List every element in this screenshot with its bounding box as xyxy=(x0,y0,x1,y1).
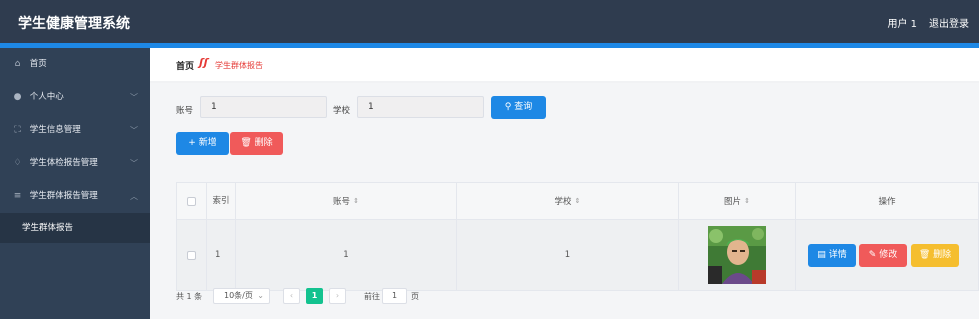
cell-image xyxy=(679,220,796,290)
sidebar-item-label: 首页 xyxy=(29,59,47,69)
header-image[interactable]: 图片 ⇕ xyxy=(679,183,796,219)
cell-account: 1 xyxy=(236,220,457,290)
chevron-up-icon: ︿ xyxy=(130,192,138,201)
home-icon: ⌂ xyxy=(14,59,21,69)
breadcrumb: 首页 ʃʃ 学生群体报告 xyxy=(150,48,979,81)
photo-illustration xyxy=(708,226,766,284)
current-user[interactable]: 用户 1 xyxy=(887,15,917,30)
add-label: 新增 xyxy=(198,138,217,148)
next-page-button[interactable]: › xyxy=(329,288,346,304)
school-input[interactable]: 1 xyxy=(357,96,484,118)
cell-ops: ▤ 详情 ✎ 修改 🗑 删除 xyxy=(796,220,979,290)
pencil-icon: ✎ xyxy=(868,250,877,260)
detail-label: 详情 xyxy=(828,250,847,260)
header-account-label: 账号 xyxy=(333,197,351,207)
sort-icon: ⇕ xyxy=(353,197,359,205)
header-ops: 操作 xyxy=(796,183,979,219)
detail-button[interactable]: ▤ 详情 xyxy=(808,244,856,267)
query-label: 查询 xyxy=(514,102,533,112)
breadcrumb-home[interactable]: 首页 xyxy=(176,59,194,72)
edit-label: 修改 xyxy=(879,250,898,260)
query-button[interactable]: ⚲ 查询 xyxy=(491,96,546,119)
school-label: 学校 xyxy=(333,106,351,116)
row-delete-button[interactable]: 🗑 删除 xyxy=(911,244,959,267)
frame-icon: ⛶ xyxy=(14,125,21,135)
trash-icon: 🗑 xyxy=(918,250,931,260)
batch-delete-button[interactable]: 🗑 删除 xyxy=(230,132,283,155)
chevron-down-icon: ﹀ xyxy=(130,159,138,168)
total-count: 共 1 条 xyxy=(176,292,203,301)
delete-label: 删除 xyxy=(254,138,273,148)
select-all-checkbox[interactable] xyxy=(187,196,196,206)
goto-page-input[interactable]: 1 xyxy=(382,288,407,304)
row-checkbox[interactable] xyxy=(187,250,196,260)
page-size-value: 10条/页 xyxy=(224,291,253,300)
header-school-label: 学校 xyxy=(554,197,572,207)
header-account[interactable]: 账号 ⇕ xyxy=(236,183,457,219)
page-1-button[interactable]: 1 xyxy=(306,288,323,304)
goto-suffix: 页 xyxy=(411,292,419,301)
sort-icon: ⇕ xyxy=(744,197,750,205)
chevron-down-icon: ⌄ xyxy=(257,291,264,300)
account-input[interactable]: 1 xyxy=(200,96,327,118)
header-image-label: 图片 xyxy=(724,197,742,207)
sidebar-item-label: 学生群体报告管理 xyxy=(29,191,98,201)
logout-link[interactable]: 退出登录 xyxy=(929,15,969,30)
row-delete-label: 删除 xyxy=(933,250,952,260)
page-size-select[interactable]: 10条/页 ⌄ xyxy=(213,288,270,304)
bell-icon: ♢ xyxy=(13,158,22,168)
sidebar-item-label: 个人中心 xyxy=(29,92,64,102)
document-icon: ▤ xyxy=(817,250,826,260)
main-area: 首页 ʃʃ 学生群体报告 账号 1 学校 1 ⚲ 查询 + 新增 🗑 删除 索引 xyxy=(150,48,979,319)
table-row: 1 1 1 ▤ 详情 ✎ 修改 🗑 删除 xyxy=(176,220,979,291)
table-header: 索引 账号 ⇕ 学校 ⇕ 图片 ⇕ 操作 xyxy=(176,182,979,220)
search-icon: ⚲ xyxy=(504,102,512,112)
person-icon: ● xyxy=(13,92,22,102)
pagination: 共 1 条 10条/页 ⌄ ‹ 1 › 前往 1 页 xyxy=(176,288,776,308)
trash-icon: 🗑 xyxy=(240,138,252,148)
sidebar-item-label: 学生体检报告管理 xyxy=(29,158,98,168)
plus-icon: + xyxy=(188,138,196,148)
chevron-down-icon: ﹀ xyxy=(130,93,138,102)
row-select-cell xyxy=(177,220,207,290)
breadcrumb-current: 学生群体报告 xyxy=(215,61,263,70)
cell-school: 1 xyxy=(457,220,679,290)
header-school[interactable]: 学校 ⇕ xyxy=(457,183,679,219)
sidebar-item-group-report[interactable]: ≡ 学生群体报告管理 ︿ xyxy=(0,180,150,213)
sidebar-item-student-info[interactable]: ⛶ 学生信息管理 ﹀ xyxy=(0,114,150,147)
sidebar-item-home[interactable]: ⌂ 首页 xyxy=(0,48,150,81)
prev-page-button[interactable]: ‹ xyxy=(283,288,300,304)
add-button[interactable]: + 新增 xyxy=(176,132,229,155)
app-title: 学生健康管理系统 xyxy=(18,16,130,32)
sidebar-item-personal-center[interactable]: ● 个人中心 ﹀ xyxy=(0,81,150,114)
sidebar-item-checkup-report[interactable]: ♢ 学生体检报告管理 ﹀ xyxy=(0,147,150,180)
goto-prefix: 前往 xyxy=(364,292,380,301)
sidebar-subitem-group-report[interactable]: 学生群体报告 xyxy=(0,213,150,243)
chevron-down-icon: ﹀ xyxy=(130,126,138,135)
sort-icon: ⇕ xyxy=(574,197,581,205)
sidebar: ⌂ 首页 ● 个人中心 ﹀ ⛶ 学生信息管理 ﹀ ♢ 学生体检报告管理 ﹀ ≡ … xyxy=(0,48,150,319)
sidebar-item-label: 学生信息管理 xyxy=(29,125,81,135)
student-photo[interactable] xyxy=(708,226,766,284)
account-label: 账号 xyxy=(176,106,194,116)
breadcrumb-separator-icon: ʃʃ xyxy=(199,56,209,69)
cell-index: 1 xyxy=(207,220,236,290)
header-index: 索引 xyxy=(207,183,236,219)
top-bar: 学生健康管理系统 用户 1 退出登录 xyxy=(0,0,979,43)
select-all-cell xyxy=(177,183,207,219)
chevron-right-icon: › xyxy=(335,291,340,300)
list-icon: ≡ xyxy=(13,191,22,201)
edit-button[interactable]: ✎ 修改 xyxy=(859,244,907,267)
chevron-left-icon: ‹ xyxy=(289,291,294,300)
